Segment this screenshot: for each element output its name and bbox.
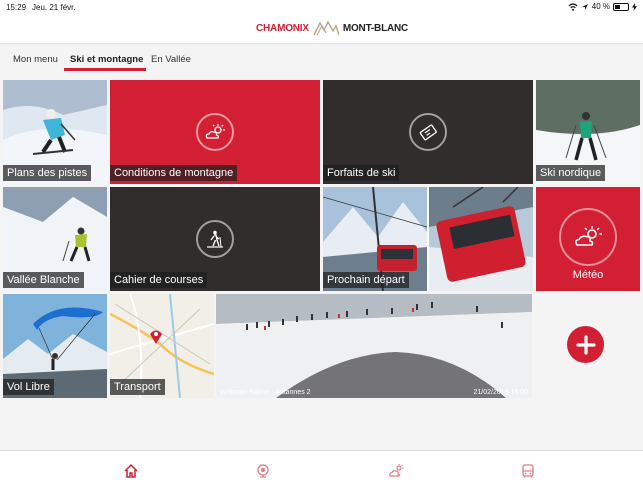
tile-label: Vallée Blanche (3, 272, 84, 288)
tile-vol-libre[interactable]: Vol Libre (3, 294, 107, 398)
tab-ski-et-montagne[interactable]: Ski et montagne (70, 54, 143, 65)
tile-label: Transport (110, 379, 165, 395)
plus-icon (575, 334, 596, 355)
battery-percent: 40 % (591, 2, 610, 11)
webcam-name: Webcam Balme - Autannes 2 (220, 389, 311, 396)
chamonix-logo: CHAMONIX MONT-BLANC (256, 20, 408, 36)
tile-label: Conditions de montagne (110, 165, 238, 181)
tile-label-meteo: Météo (572, 269, 604, 281)
logo-word-chamonix: CHAMONIX (256, 22, 309, 34)
hiker-icon (196, 220, 234, 258)
ski-pass-icon (409, 113, 447, 151)
add-tile-button[interactable] (567, 326, 604, 363)
wifi-icon (568, 2, 578, 11)
tile-vallee-blanche[interactable]: Vallée Blanche (3, 187, 107, 291)
tile-label: Ski nordique (536, 165, 606, 181)
mountain-logo-icon (313, 20, 339, 36)
status-time: 15:29 (6, 3, 27, 12)
tile-forfaits-de-ski[interactable]: Forfaits de ski (323, 80, 533, 184)
bottom-nav (0, 450, 643, 482)
active-tab-indicator (64, 68, 146, 71)
tab-en-vallee[interactable]: En Vallée (151, 54, 191, 65)
mountain-weather-icon (196, 113, 234, 151)
tile-cahier-de-courses[interactable]: Cahier de courses (110, 187, 320, 291)
charging-icon (632, 2, 637, 11)
tile-ski-nordique[interactable]: Ski nordique (536, 80, 640, 184)
bus-icon[interactable] (520, 463, 536, 479)
tile-label: Plans des pistes (3, 165, 92, 181)
status-right: 40 % (568, 2, 637, 11)
app-header: CHAMONIX MONT-BLANC (0, 16, 643, 44)
tile-webcam[interactable]: Webcam Balme - Autannes 2 21/02/2019 15:… (216, 294, 532, 398)
webcam-image (216, 294, 532, 398)
tab-mon-menu[interactable]: Mon menu (13, 54, 58, 65)
tile-label: Cahier de courses (110, 272, 208, 288)
tile-meteo[interactable]: Météo (536, 187, 640, 291)
tile-conditions-de-montagne[interactable]: Conditions de montagne (110, 80, 320, 184)
tile-label: Vol Libre (3, 379, 54, 395)
tile-plans-des-pistes[interactable]: Plans des pistes (3, 80, 107, 184)
battery-icon (613, 2, 629, 11)
tile-transport[interactable]: Transport (110, 294, 214, 398)
weather-icon (559, 208, 617, 266)
tile-prochain-depart[interactable]: Prochain départ (323, 187, 533, 291)
status-date: Jeu. 21 févr. (32, 3, 76, 12)
webcam-timestamp: 21/02/2019 15:00 (473, 389, 529, 396)
tile-label: Forfaits de ski (323, 165, 400, 181)
mountain-weather-nav-icon[interactable] (388, 463, 404, 479)
location-icon (581, 3, 588, 10)
logo-word-montblanc: MONT-BLANC (342, 22, 409, 34)
webcam-icon[interactable] (255, 463, 271, 479)
status-bar: 15:29 Jeu. 21 févr. 40 % (0, 0, 643, 16)
tile-label: Prochain départ (323, 272, 409, 288)
home-icon[interactable] (123, 463, 139, 479)
